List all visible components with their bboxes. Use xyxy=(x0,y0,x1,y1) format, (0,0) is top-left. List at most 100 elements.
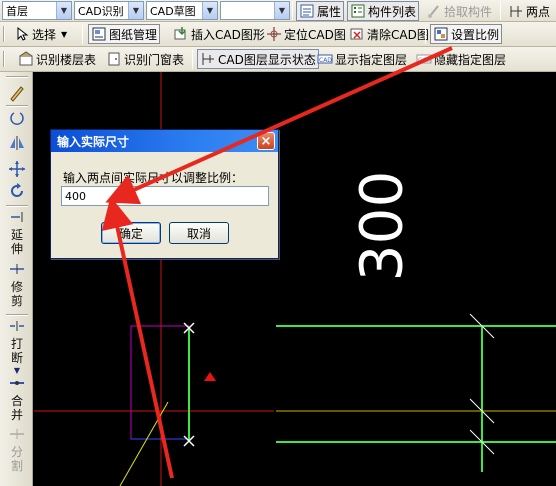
toolbar-bottom: 识别楼层表 识别门窗表 CAD图层显示状态 CAD 显示指定图层 CAD 隐藏指… xyxy=(0,47,556,72)
component-select[interactable]: ▼ xyxy=(220,1,290,20)
show-layer-button[interactable]: CAD 显示指定图层 xyxy=(315,49,409,69)
cursor-icon xyxy=(14,26,30,42)
list-icon xyxy=(350,3,366,19)
extend-label-top: 延 xyxy=(11,228,24,242)
clear-cad-label: 清除CAD图 xyxy=(367,27,429,42)
recognize-door-window-table-button[interactable]: 识别门窗表 xyxy=(104,49,186,69)
select-label: 选择 xyxy=(32,27,57,42)
split-label-top: 分 xyxy=(11,445,24,459)
extend-label-bottom: 伸 xyxy=(11,242,24,256)
chevron-down-icon: ▼ xyxy=(274,2,289,19)
toolbar-grip xyxy=(3,51,5,67)
layers-icon xyxy=(200,51,216,67)
chevron-down-icon: ▼ xyxy=(128,2,143,19)
cancel-button-label: 取消 xyxy=(186,226,211,241)
drawing-management-button[interactable]: 图纸管理 xyxy=(88,24,161,44)
insert-cad-button[interactable]: 插入CAD图形 xyxy=(171,24,267,44)
chevron-down-icon: ▼ xyxy=(61,29,68,39)
pick-component-label: 拾取构件 xyxy=(444,4,493,19)
set-scale-label: 设置比例 xyxy=(451,27,500,42)
component-list-label: 构件列表 xyxy=(368,4,417,19)
toolbar-grip xyxy=(6,205,28,207)
floor-select-value: 首层 xyxy=(6,4,28,18)
trim-icon[interactable] xyxy=(8,263,26,278)
input-actual-size-dialog: 输入实际尺寸 × 输入两点间实际尺寸以调整比例： 确定 取消 xyxy=(50,129,279,259)
chevron-down-icon[interactable]: ▼ xyxy=(8,364,26,377)
locate-cad-label: 定位CAD图 xyxy=(284,27,346,42)
two-points-label: 两点 xyxy=(526,4,551,19)
component-list-button[interactable]: 构件列表 xyxy=(347,1,420,21)
trim-label-top: 修 xyxy=(11,280,24,294)
pencil-icon[interactable] xyxy=(8,84,26,105)
toolbar-middle: 选择 ▼ 图纸管理 插入CAD图形 定位CAD图 清除CAD图 设置比例 xyxy=(0,22,556,47)
hide-layer-icon: CAD xyxy=(416,51,432,67)
rotate-copy-icon[interactable] xyxy=(8,110,26,131)
close-icon: × xyxy=(260,133,272,149)
two-points-icon xyxy=(508,3,524,19)
separator xyxy=(292,2,293,20)
split-label-bottom: 割 xyxy=(11,459,24,473)
recognize-floor-table-button[interactable]: 识别楼层表 xyxy=(16,49,98,69)
merge-label-top: 合 xyxy=(11,394,24,408)
eraser-icon xyxy=(349,26,365,42)
separator xyxy=(500,2,501,20)
recognize-door-window-table-label: 识别门窗表 xyxy=(124,52,185,67)
locate-cad-button[interactable]: 定位CAD图 xyxy=(264,24,348,44)
select-button[interactable]: 选择 ▼ xyxy=(12,24,69,44)
dialog-title-bar[interactable]: 输入实际尺寸 × xyxy=(51,130,278,152)
properties-label: 属性 xyxy=(317,4,342,19)
toolbar-grip xyxy=(3,26,5,42)
separator xyxy=(425,25,426,44)
pick-component-button[interactable]: 拾取构件 xyxy=(424,1,494,21)
magenta-rectangle xyxy=(130,325,190,440)
chevron-down-icon: ▼ xyxy=(56,2,71,19)
dialog-prompt: 输入两点间实际尺寸以调整比例： xyxy=(63,171,244,185)
scale-icon xyxy=(433,26,449,42)
cad-draft-select-value: CAD草图 xyxy=(150,4,196,18)
cad-layer-display-button[interactable]: CAD图层显示状态 xyxy=(197,49,319,69)
ok-button-label: 确定 xyxy=(118,226,143,241)
pick-icon xyxy=(426,3,442,19)
ok-button[interactable]: 确定 xyxy=(101,222,161,244)
svg-text:CAD: CAD xyxy=(418,57,431,64)
set-scale-button[interactable]: 设置比例 xyxy=(430,24,503,44)
extend-icon[interactable] xyxy=(8,211,26,226)
toolbar-grip xyxy=(6,105,28,107)
cad-layer-display-label: CAD图层显示状态 xyxy=(218,52,316,67)
drawing-icon xyxy=(91,26,107,42)
svg-text:CAD: CAD xyxy=(319,57,332,64)
separator xyxy=(82,25,83,44)
toolbar-grip xyxy=(6,314,28,316)
cad-draft-select[interactable]: CAD草图 ▼ xyxy=(146,1,218,20)
hide-layer-label: 隐藏指定图层 xyxy=(434,52,507,67)
mirror-icon[interactable] xyxy=(8,134,26,155)
rotate-icon[interactable] xyxy=(8,182,26,203)
properties-icon xyxy=(299,3,315,19)
drawing-management-label: 图纸管理 xyxy=(109,27,158,42)
door-window-icon xyxy=(106,51,122,67)
two-points-button[interactable]: 两点 xyxy=(506,1,552,21)
hide-layer-button[interactable]: CAD 隐藏指定图层 xyxy=(414,49,508,69)
show-layer-icon: CAD xyxy=(317,51,333,67)
insert-icon xyxy=(173,26,189,42)
actual-size-input[interactable] xyxy=(61,186,269,206)
merge-icon[interactable] xyxy=(8,377,26,392)
cancel-button[interactable]: 取消 xyxy=(169,222,229,244)
recognize-floor-table-label: 识别楼层表 xyxy=(36,52,97,67)
move-icon[interactable] xyxy=(8,160,26,181)
locate-icon xyxy=(266,26,282,42)
close-button[interactable]: × xyxy=(257,132,275,150)
floor-select[interactable]: 首层 ▼ xyxy=(2,1,72,20)
toolbar-top: 首层 ▼ CAD识别 ▼ CAD草图 ▼ ▼ 属性 构件列表 拾取构件 两点 xyxy=(0,0,556,22)
split-icon[interactable] xyxy=(8,428,26,443)
cad-recognize-select[interactable]: CAD识别 ▼ xyxy=(74,1,144,20)
break-label-top: 打 xyxy=(11,337,24,351)
clear-cad-button[interactable]: 清除CAD图 xyxy=(347,24,431,44)
red-triangle-marker xyxy=(204,372,216,381)
properties-button[interactable]: 属性 xyxy=(296,1,345,21)
chevron-down-icon: ▼ xyxy=(202,2,217,19)
trim-label-bottom: 剪 xyxy=(11,294,24,308)
dialog-title: 输入实际尺寸 xyxy=(57,134,130,149)
cad-recognize-select-value: CAD识别 xyxy=(78,4,124,18)
break-icon[interactable] xyxy=(8,320,26,335)
